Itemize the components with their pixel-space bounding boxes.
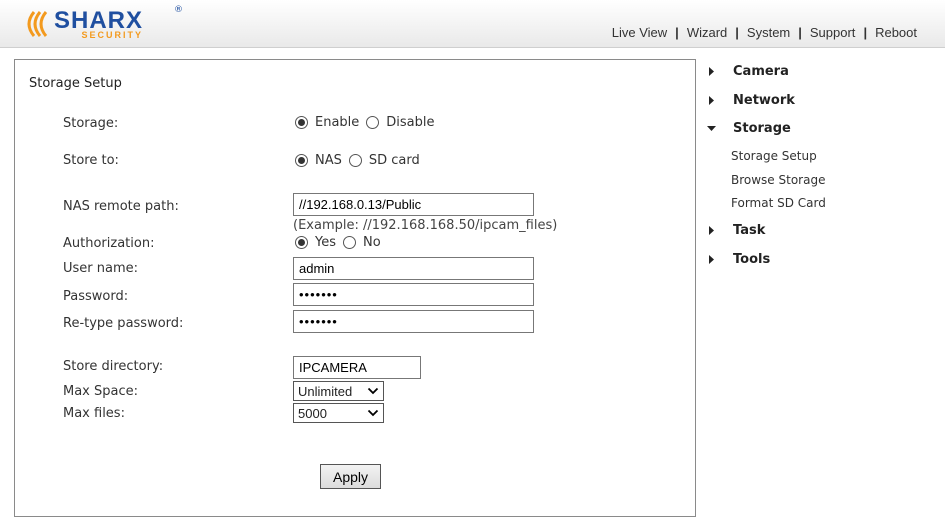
nas-path-example: (Example: //192.168.168.50/ipcam_files) — [293, 218, 558, 233]
nav-reboot[interactable]: Reboot — [875, 25, 917, 40]
sidebar-item-label: Storage — [733, 121, 791, 136]
sharx-logo: SHARX SECURITY ® — [22, 5, 183, 41]
authorization-radio-group: Yes No — [295, 235, 388, 250]
logo-waves-icon — [27, 11, 48, 37]
top-navigation: Live View | Wizard | System | Support | … — [612, 25, 917, 40]
sidebar-item-camera[interactable]: Camera — [705, 64, 789, 79]
page-title: Storage Setup — [29, 76, 122, 91]
sidebar-subitem-browse-storage[interactable]: Browse Storage — [731, 173, 825, 187]
store-to-sdcard-label: SD card — [368, 153, 420, 168]
store-directory-label: Store directory: — [63, 359, 164, 374]
user-name-label: User name: — [63, 261, 139, 276]
brand-name: SHARX — [54, 6, 144, 34]
registered-mark: ® — [174, 5, 183, 15]
password-label: Password: — [63, 289, 129, 304]
storage-disable-label: Disable — [386, 115, 435, 130]
authorization-label: Authorization: — [63, 236, 155, 251]
nav-separator: | — [798, 25, 802, 40]
authorization-no-radio[interactable] — [343, 236, 356, 249]
store-to-nas-label: NAS — [315, 153, 342, 168]
retype-password-input[interactable]: ••••••• — [293, 310, 534, 333]
sidebar-item-network[interactable]: Network — [705, 93, 795, 108]
apply-button[interactable]: Apply — [320, 464, 381, 489]
store-to-radio-group: NAS SD card — [295, 153, 427, 168]
authorization-yes-radio[interactable] — [295, 236, 308, 249]
password-input[interactable]: ••••••• — [293, 283, 534, 306]
triangle-right-icon — [709, 226, 714, 235]
max-files-label: Max files: — [63, 406, 125, 421]
authorization-no-label: No — [363, 235, 381, 250]
sidebar-item-label: Camera — [733, 64, 789, 79]
sidebar-item-label: Tools — [733, 252, 771, 267]
triangle-down-icon — [707, 126, 716, 131]
max-files-select[interactable]: 5000 — [293, 403, 384, 423]
nav-support[interactable]: Support — [810, 25, 856, 40]
nas-path-input[interactable]: //192.168.0.13/Public — [293, 193, 534, 216]
sidebar-item-tools[interactable]: Tools — [705, 252, 770, 267]
storage-setup-panel: Storage Setup Storage: Enable Disable St… — [14, 59, 696, 517]
storage-label: Storage: — [63, 116, 119, 131]
max-space-label: Max Space: — [63, 384, 139, 399]
triangle-right-icon — [709, 96, 714, 105]
sidebar-subitem-format-sd-card[interactable]: Format SD Card — [731, 196, 826, 210]
header-bar: SHARX SECURITY ® Live View | Wizard | Sy… — [0, 0, 945, 48]
storage-enable-radio[interactable] — [295, 116, 308, 129]
max-files-value: 5000 — [298, 405, 327, 421]
retype-password-label: Re-type password: — [63, 316, 184, 331]
nav-wizard[interactable]: Wizard — [687, 25, 727, 40]
nav-live-view[interactable]: Live View — [612, 25, 667, 40]
storage-radio-group: Enable Disable — [295, 115, 442, 130]
authorization-yes-label: Yes — [315, 235, 336, 250]
storage-disable-radio[interactable] — [366, 116, 380, 129]
user-name-input[interactable]: admin — [293, 257, 534, 280]
chevron-down-icon — [367, 387, 379, 395]
sidebar-item-label: Task — [733, 223, 766, 238]
store-directory-input[interactable]: IPCAMERA — [293, 356, 421, 379]
nav-separator: | — [735, 25, 739, 40]
nav-system[interactable]: System — [747, 25, 790, 40]
sidebar-item-storage[interactable]: Storage — [705, 121, 791, 136]
nas-path-label: NAS remote path: — [63, 199, 179, 214]
max-space-value: Unlimited — [298, 383, 353, 399]
storage-enable-label: Enable — [315, 115, 360, 130]
triangle-right-icon — [709, 67, 714, 76]
store-to-sdcard-radio[interactable] — [348, 154, 362, 167]
sidebar-subitem-storage-setup[interactable]: Storage Setup — [731, 149, 817, 163]
nav-separator: | — [863, 25, 868, 40]
triangle-right-icon — [709, 255, 714, 264]
store-to-nas-radio[interactable] — [295, 154, 308, 167]
sidebar-item-task[interactable]: Task — [705, 223, 765, 238]
max-space-select[interactable]: Unlimited — [293, 381, 384, 401]
chevron-down-icon — [367, 409, 379, 417]
store-to-label: Store to: — [63, 153, 119, 168]
sidebar-item-label: Network — [733, 93, 795, 108]
nav-separator: | — [675, 25, 679, 40]
